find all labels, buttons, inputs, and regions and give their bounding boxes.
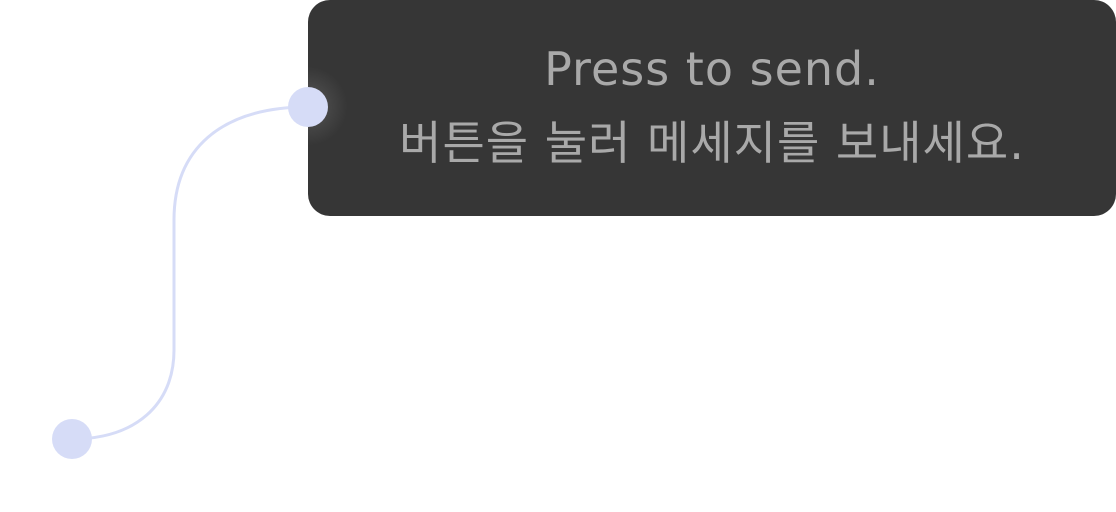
- tooltip-text-korean: 버튼을 눌러 메세지를 보내세요.: [399, 116, 1025, 170]
- connector-path: [71, 105, 309, 441]
- tooltip-text-english: Press to send.: [544, 42, 880, 96]
- connector-start-dot: [52, 419, 92, 459]
- send-tooltip: Press to send. 버튼을 눌러 메세지를 보내세요.: [308, 0, 1116, 216]
